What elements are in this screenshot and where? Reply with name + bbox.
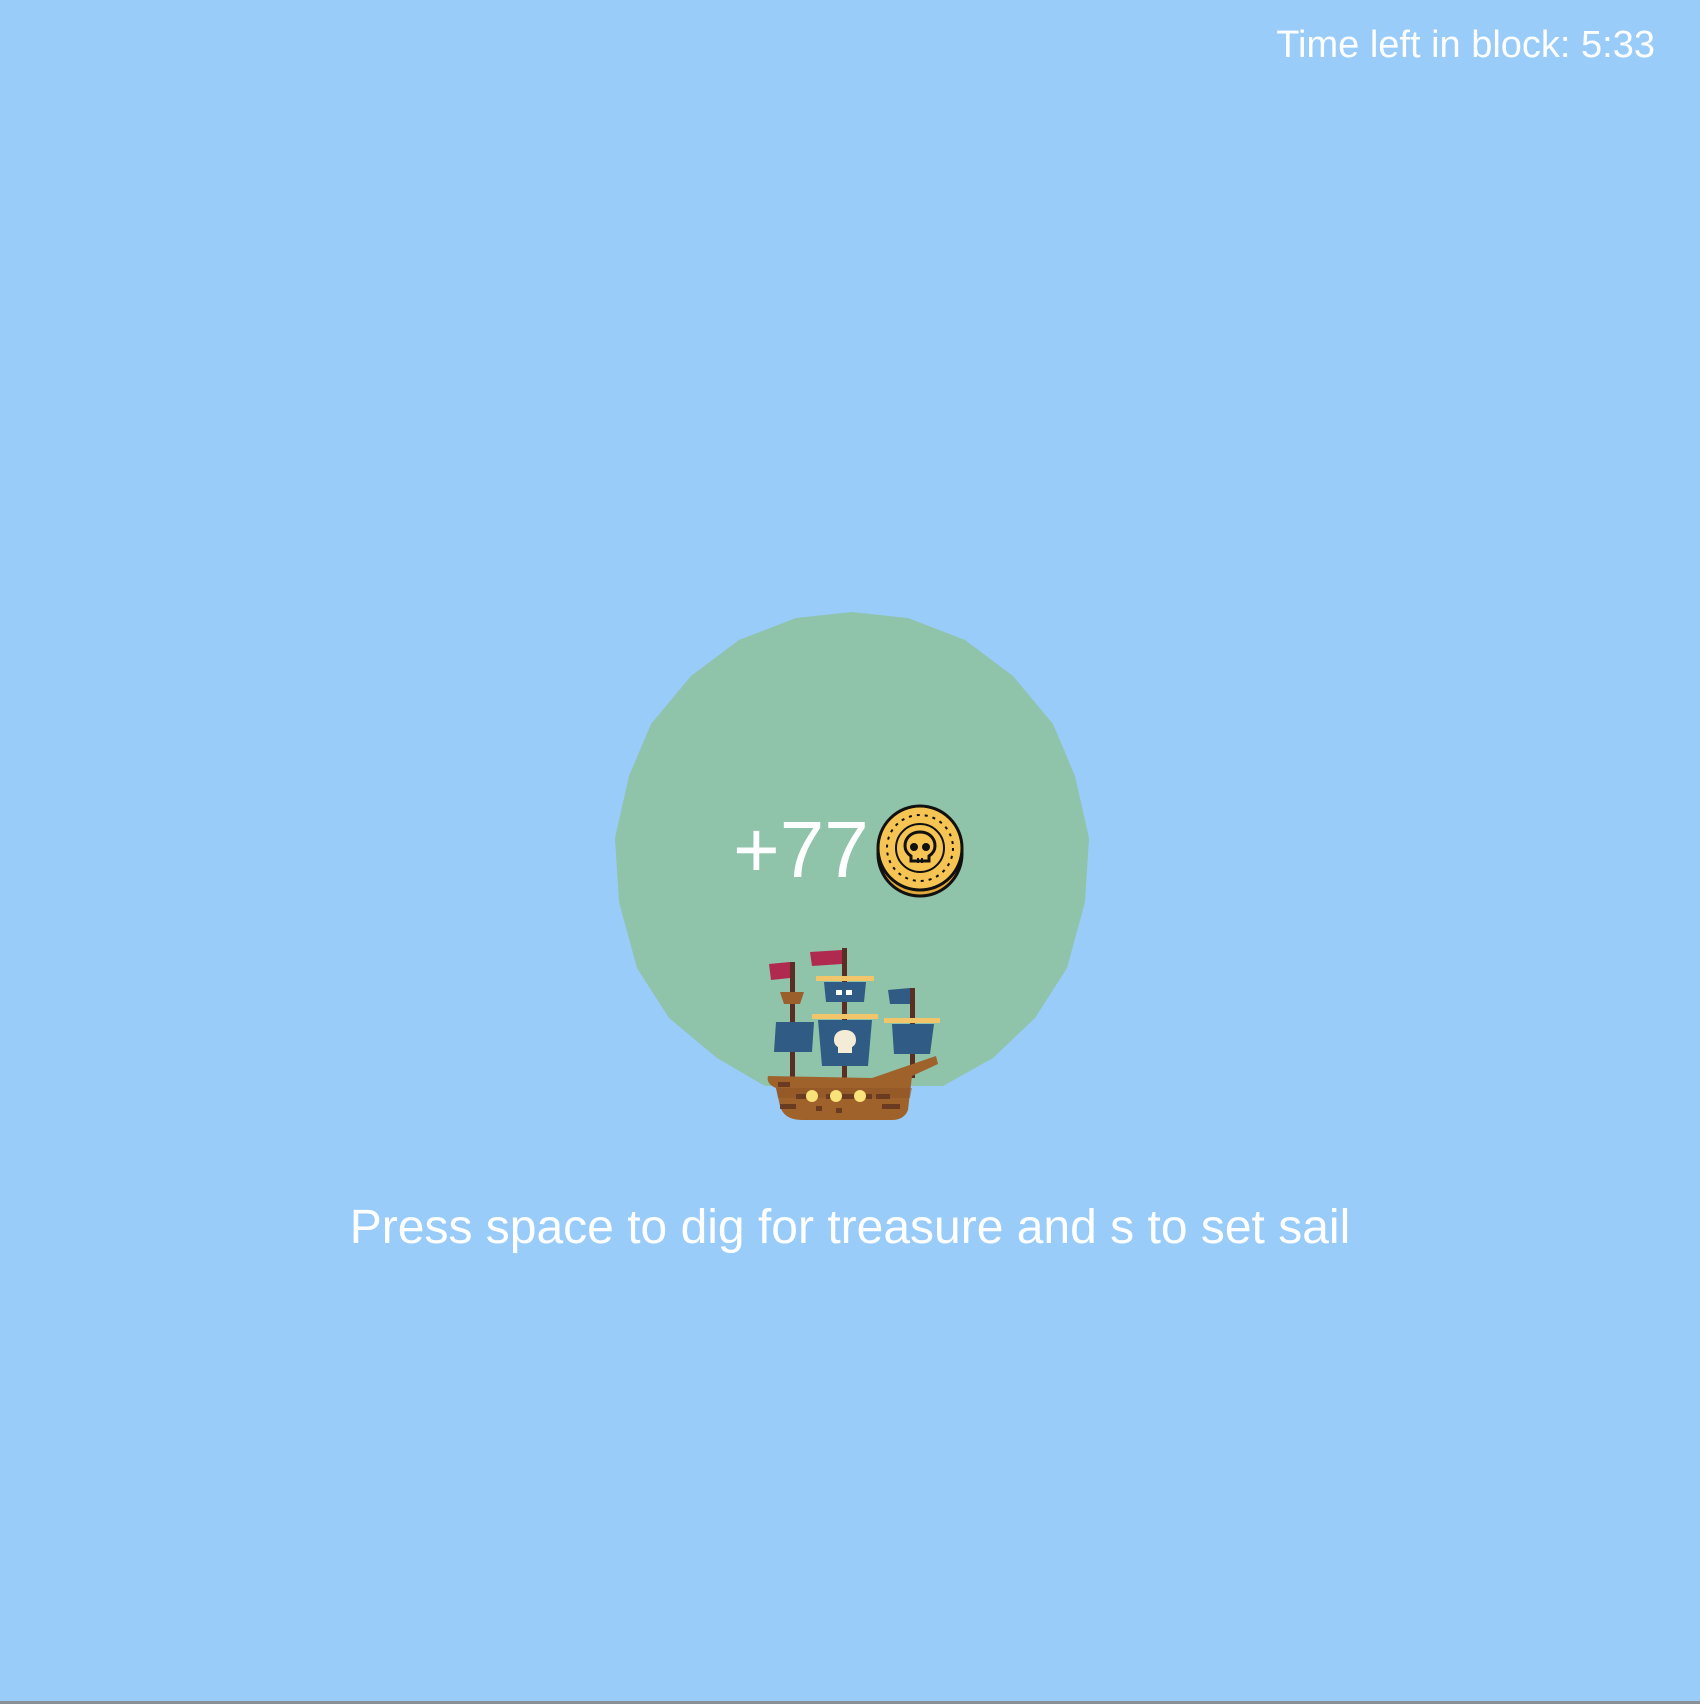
instruction-text: Press space to dig for treasure and s to… [349,1201,1351,1254]
block-timer: Time left in block: 5:33 [1276,24,1655,66]
skull-coin-icon [876,804,964,898]
game-stage: Time left in block: 5:33 +77 Press space… [0,0,1700,1704]
pirate-ship-icon [767,948,940,1120]
reward-amount: +77 [733,805,869,894]
reward-display: +77 [733,800,965,900]
